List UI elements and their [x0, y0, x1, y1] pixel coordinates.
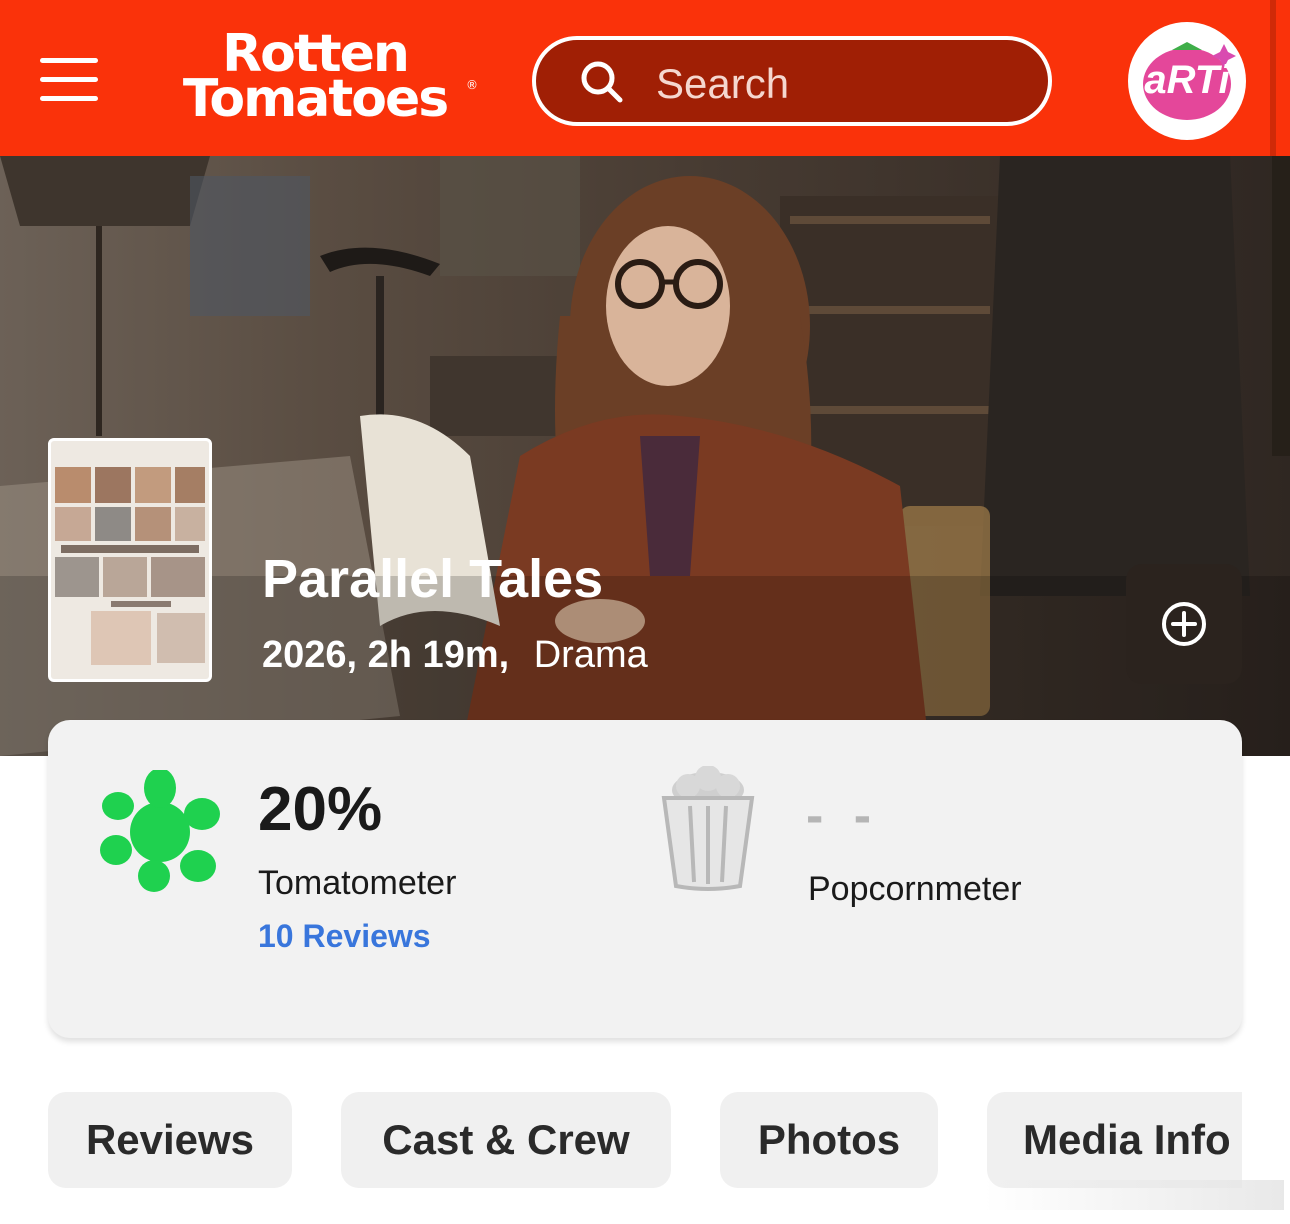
movie-year-runtime: 2026, 2h 19m,: [262, 634, 510, 676]
search-icon: [581, 61, 623, 103]
avatar-text: aRTi: [1144, 58, 1230, 102]
search-placeholder: Search: [656, 60, 790, 107]
movie-genre: Drama: [533, 634, 648, 676]
reviews-count-link[interactable]: 10 Reviews: [258, 918, 431, 955]
movie-title: Parallel Tales: [262, 549, 604, 609]
tab-media-info[interactable]: Media Info: [987, 1092, 1242, 1188]
site-header: Rotten Tomatoes ® Search aRTi: [0, 0, 1290, 156]
menu-icon[interactable]: [40, 58, 98, 104]
rotten-tomatoes-logo[interactable]: Rotten Tomatoes ®: [150, 28, 480, 130]
search-input[interactable]: Search: [532, 36, 1052, 126]
plus-circle-icon: [1162, 602, 1206, 646]
poster-image: [51, 441, 209, 679]
movie-meta: 2026, 2h 19m, Drama: [262, 634, 648, 677]
green-splat-icon: [100, 770, 220, 892]
tab-photos[interactable]: Photos: [720, 1092, 938, 1188]
tab-reviews[interactable]: Reviews: [48, 1092, 292, 1188]
header-divider: [1270, 0, 1276, 156]
empty-popcorn-icon: [661, 766, 755, 891]
hero-scroll-strip: [1272, 156, 1290, 456]
popcornmeter-score: - -: [806, 787, 880, 845]
logo-line-2: Tomatoes: [182, 69, 449, 130]
tomatometer-label: Tomatometer: [258, 864, 457, 902]
registered-mark: ®: [466, 78, 478, 92]
section-tabs: Reviews Cast & Crew Photos Media Info: [0, 1092, 1242, 1190]
popcornmeter-label: Popcornmeter: [808, 870, 1022, 908]
tomatometer-score: 20%: [258, 775, 383, 844]
tab-cast-crew[interactable]: Cast & Crew: [341, 1092, 671, 1188]
tabs-scroll-fade: [984, 1180, 1284, 1210]
score-card: 20% Tomatometer 10 Reviews - - Popcornme…: [48, 720, 1242, 1038]
movie-poster[interactable]: [48, 438, 212, 682]
user-avatar[interactable]: aRTi: [1128, 22, 1246, 140]
add-to-watchlist-button[interactable]: [1126, 564, 1242, 684]
hero-banner: Parallel Tales 2026, 2h 19m, Drama: [0, 156, 1290, 756]
